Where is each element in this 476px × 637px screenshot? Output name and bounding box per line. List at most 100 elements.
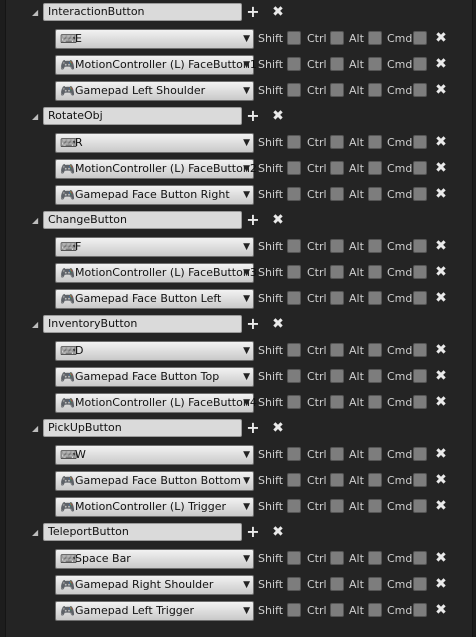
remove-mapping-button[interactable]: ✖ xyxy=(270,420,286,436)
ctrl-checkbox[interactable] xyxy=(330,343,344,357)
ctrl-checkbox[interactable] xyxy=(330,291,344,305)
remove-key-button[interactable]: ✖ xyxy=(434,57,448,71)
collapse-arrow-icon[interactable]: ◢ xyxy=(32,321,39,329)
chevron-down-icon[interactable]: ▼ xyxy=(243,293,250,305)
key-select-dropdown[interactable]: 🎮 MotionController (L) FaceButton4 ▼ xyxy=(55,393,257,413)
chevron-down-icon[interactable]: ▼ xyxy=(243,553,250,565)
add-key-button[interactable]: + xyxy=(245,420,261,436)
cmd-checkbox[interactable] xyxy=(413,239,427,253)
key-select-dropdown[interactable]: 🎮 MotionController (L) FaceButton3 ▼ xyxy=(55,263,257,283)
remove-key-button[interactable]: ✖ xyxy=(434,291,448,305)
remove-key-button[interactable]: ✖ xyxy=(434,577,448,591)
collapse-arrow-icon[interactable]: ◢ xyxy=(32,9,39,17)
cmd-checkbox[interactable] xyxy=(413,343,427,357)
shift-checkbox[interactable] xyxy=(287,499,301,513)
key-select-dropdown[interactable]: 🎮 Gamepad Right Shoulder ▼ xyxy=(55,575,254,595)
key-select-dropdown[interactable]: ⌨ E ▼ xyxy=(55,29,254,49)
alt-checkbox[interactable] xyxy=(368,57,382,71)
remove-key-button[interactable]: ✖ xyxy=(434,343,448,357)
chevron-down-icon[interactable]: ▼ xyxy=(243,605,250,617)
remove-mapping-button[interactable]: ✖ xyxy=(270,316,286,332)
chevron-down-icon[interactable]: ▼ xyxy=(243,189,250,201)
ctrl-checkbox[interactable] xyxy=(330,161,344,175)
ctrl-checkbox[interactable] xyxy=(330,83,344,97)
remove-key-button[interactable]: ✖ xyxy=(434,395,448,409)
alt-checkbox[interactable] xyxy=(368,239,382,253)
remove-key-button[interactable]: ✖ xyxy=(434,265,448,279)
alt-checkbox[interactable] xyxy=(368,551,382,565)
cmd-checkbox[interactable] xyxy=(413,395,427,409)
chevron-down-icon[interactable]: ▼ xyxy=(243,371,250,383)
alt-checkbox[interactable] xyxy=(368,31,382,45)
key-select-dropdown[interactable]: 🎮 MotionController (L) FaceButton1 ▼ xyxy=(55,55,257,75)
shift-checkbox[interactable] xyxy=(287,395,301,409)
key-select-dropdown[interactable]: ⌨ R ▼ xyxy=(55,133,254,153)
alt-checkbox[interactable] xyxy=(368,161,382,175)
key-select-dropdown[interactable]: 🎮 Gamepad Face Button Left ▼ xyxy=(55,289,254,309)
chevron-down-icon[interactable]: ▼ xyxy=(243,579,250,591)
add-key-button[interactable]: + xyxy=(245,212,261,228)
alt-checkbox[interactable] xyxy=(368,395,382,409)
ctrl-checkbox[interactable] xyxy=(330,577,344,591)
shift-checkbox[interactable] xyxy=(287,551,301,565)
remove-key-button[interactable]: ✖ xyxy=(434,447,448,461)
shift-checkbox[interactable] xyxy=(287,57,301,71)
remove-mapping-button[interactable]: ✖ xyxy=(270,4,286,20)
ctrl-checkbox[interactable] xyxy=(330,57,344,71)
cmd-checkbox[interactable] xyxy=(413,473,427,487)
remove-key-button[interactable]: ✖ xyxy=(434,551,448,565)
ctrl-checkbox[interactable] xyxy=(330,31,344,45)
cmd-checkbox[interactable] xyxy=(413,57,427,71)
collapse-arrow-icon[interactable]: ◢ xyxy=(32,113,39,121)
remove-key-button[interactable]: ✖ xyxy=(434,603,448,617)
action-name-field[interactable]: InteractionButton xyxy=(43,3,242,21)
chevron-down-icon[interactable]: ▼ xyxy=(243,397,250,409)
remove-key-button[interactable]: ✖ xyxy=(434,369,448,383)
alt-checkbox[interactable] xyxy=(368,187,382,201)
key-select-dropdown[interactable]: 🎮 Gamepad Face Button Bottom ▼ xyxy=(55,471,254,491)
action-name-field[interactable]: RotateObj xyxy=(43,107,242,125)
add-key-button[interactable]: + xyxy=(245,4,261,20)
remove-key-button[interactable]: ✖ xyxy=(434,31,448,45)
cmd-checkbox[interactable] xyxy=(413,161,427,175)
cmd-checkbox[interactable] xyxy=(413,135,427,149)
chevron-down-icon[interactable]: ▼ xyxy=(243,163,250,175)
chevron-down-icon[interactable]: ▼ xyxy=(243,85,250,97)
chevron-down-icon[interactable]: ▼ xyxy=(243,449,250,461)
ctrl-checkbox[interactable] xyxy=(330,239,344,253)
key-select-dropdown[interactable]: ⌨ F ▼ xyxy=(55,237,254,257)
shift-checkbox[interactable] xyxy=(287,291,301,305)
collapse-arrow-icon[interactable]: ◢ xyxy=(32,217,39,225)
add-key-button[interactable]: + xyxy=(245,524,261,540)
alt-checkbox[interactable] xyxy=(368,447,382,461)
alt-checkbox[interactable] xyxy=(368,603,382,617)
shift-checkbox[interactable] xyxy=(287,603,301,617)
ctrl-checkbox[interactable] xyxy=(330,135,344,149)
chevron-down-icon[interactable]: ▼ xyxy=(243,59,250,71)
shift-checkbox[interactable] xyxy=(287,447,301,461)
alt-checkbox[interactable] xyxy=(368,577,382,591)
remove-key-button[interactable]: ✖ xyxy=(434,135,448,149)
action-name-field[interactable]: PickUpButton xyxy=(43,419,242,437)
shift-checkbox[interactable] xyxy=(287,161,301,175)
shift-checkbox[interactable] xyxy=(287,135,301,149)
shift-checkbox[interactable] xyxy=(287,83,301,97)
shift-checkbox[interactable] xyxy=(287,187,301,201)
key-select-dropdown[interactable]: 🎮 Gamepad Left Shoulder ▼ xyxy=(55,81,254,101)
cmd-checkbox[interactable] xyxy=(413,187,427,201)
add-key-button[interactable]: + xyxy=(245,108,261,124)
ctrl-checkbox[interactable] xyxy=(330,395,344,409)
alt-checkbox[interactable] xyxy=(368,83,382,97)
alt-checkbox[interactable] xyxy=(368,343,382,357)
alt-checkbox[interactable] xyxy=(368,473,382,487)
shift-checkbox[interactable] xyxy=(287,343,301,357)
cmd-checkbox[interactable] xyxy=(413,265,427,279)
cmd-checkbox[interactable] xyxy=(413,577,427,591)
ctrl-checkbox[interactable] xyxy=(330,447,344,461)
cmd-checkbox[interactable] xyxy=(413,551,427,565)
collapse-arrow-icon[interactable]: ◢ xyxy=(32,425,39,433)
ctrl-checkbox[interactable] xyxy=(330,265,344,279)
key-select-dropdown[interactable]: ⌨ Space Bar ▼ xyxy=(55,549,254,569)
cmd-checkbox[interactable] xyxy=(413,291,427,305)
cmd-checkbox[interactable] xyxy=(413,499,427,513)
